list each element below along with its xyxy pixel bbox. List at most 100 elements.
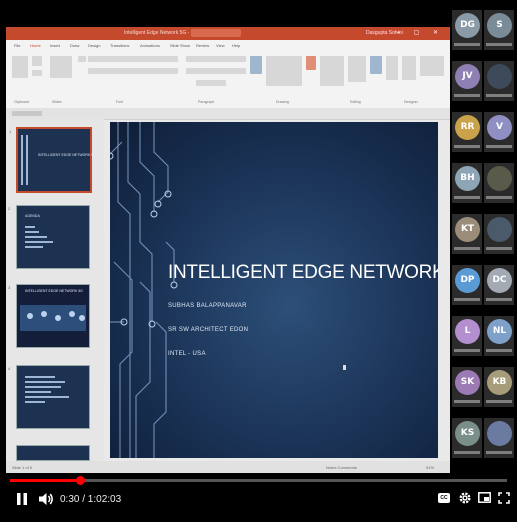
participant-grid: DG S JV RR V BH KT DP DC L NL SK KB KS <box>452 10 515 472</box>
ppt-tab: Insert <box>50 43 61 48</box>
participant-tile: DC <box>484 265 514 305</box>
shared-screen-powerpoint: Intelligent Edge Network 5G - PowerPoint… <box>6 27 450 473</box>
ppt-status-bar: Slide 1 of 5 Notes Comments 91% <box>6 461 450 473</box>
person-photo-icon <box>487 166 512 191</box>
participant-name <box>454 145 480 148</box>
participant-tile: V <box>484 112 514 152</box>
participant-avatar: DC <box>487 268 512 293</box>
participant-name <box>454 400 480 403</box>
participant-avatar: NL <box>487 319 512 344</box>
ppt-status-notes: Notes Comments <box>326 465 357 470</box>
ppt-status-zoom: 91% <box>426 465 435 470</box>
participant-tile: KB <box>484 367 514 407</box>
ppt-status-slide-count: Slide 1 of 5 <box>12 465 33 470</box>
participant-tile: KS <box>452 418 482 458</box>
participant-tile: SK <box>452 367 482 407</box>
participant-avatar: S <box>487 13 512 38</box>
participant-tile <box>484 163 514 203</box>
ppt-ribbon-tabs: File Home Insert Draw Design Transitions… <box>6 40 450 50</box>
pause-icon[interactable] <box>16 492 28 506</box>
participant-name <box>486 145 512 148</box>
participant-avatar: V <box>487 115 512 140</box>
captions-button[interactable]: CC <box>438 493 450 503</box>
slide-thumbnail-4: 4 <box>8 365 90 429</box>
thumbnail-title: INTELLIGENT EDGE NETWORK 5G <box>25 289 83 293</box>
miniplayer-icon[interactable] <box>478 492 491 503</box>
participant-name <box>454 94 480 97</box>
participant-avatar: JV <box>455 64 480 89</box>
person-icon <box>487 421 512 446</box>
participant-name <box>486 43 512 46</box>
participant-name <box>486 94 512 97</box>
participant-tile <box>484 61 514 101</box>
participant-avatar: KB <box>487 370 512 395</box>
participant-name <box>454 451 480 454</box>
participant-avatar: RR <box>455 115 480 140</box>
progress-bar[interactable] <box>10 476 507 485</box>
participant-avatar: KS <box>455 421 480 446</box>
ppt-title-bar: Intelligent Edge Network 5G - PowerPoint… <box>6 27 450 40</box>
participant-tile: L <box>452 316 482 356</box>
participant-tile: BH <box>452 163 482 203</box>
person-photo-icon <box>487 217 512 242</box>
ppt-tab: Review <box>196 43 210 48</box>
video-player[interactable]: Intelligent Edge Network 5G - PowerPoint… <box>0 0 517 522</box>
participant-name <box>486 247 512 250</box>
participant-avatar: SK <box>455 370 480 395</box>
circuit-decoration <box>110 122 178 458</box>
slide-thumbnail-5 <box>16 445 90 461</box>
slide-thumbnail-3: 3 INTELLIGENT EDGE NETWORK 5G <box>8 284 90 348</box>
ppt-tab: Transitions <box>110 43 130 48</box>
participant-name <box>486 451 512 454</box>
participant-name <box>454 247 480 250</box>
participant-name <box>454 196 480 199</box>
slide-line-role: SR SW ARCHITECT EDON <box>168 327 249 333</box>
participant-tile: JV <box>452 61 482 101</box>
ppt-tab: File <box>14 43 21 48</box>
ppt-tab: Animations <box>140 43 160 48</box>
mouse-cursor-icon <box>343 365 346 370</box>
ppt-tab: View <box>216 43 225 48</box>
slide-thumbnail-1: 1 INTELLIGENT EDGE NETWORK 5G <box>9 127 96 193</box>
participant-name <box>486 298 512 301</box>
slide-line-presenter: SUBHAS BALAPPANAVAR <box>168 303 247 309</box>
participant-avatar: L <box>455 319 480 344</box>
participant-name <box>486 196 512 199</box>
current-slide: INTELLIGENT EDGE NETWORK 5G SUBHAS BALAP… <box>110 122 438 458</box>
thumbnail-title: AGENDA <box>25 214 40 218</box>
participant-name <box>454 43 480 46</box>
player-controls: 0:30 / 1:02:03 CC <box>0 486 517 514</box>
slide-thumbnail-2: 2 AGENDA <box>8 205 90 269</box>
volume-icon[interactable] <box>38 491 54 507</box>
participant-avatar: BH <box>455 166 480 191</box>
ppt-tab: Help <box>232 43 241 48</box>
participant-tile <box>484 418 514 458</box>
participant-name <box>454 298 480 301</box>
ppt-search-box <box>191 29 241 37</box>
participant-tile: S <box>484 10 514 50</box>
participant-tile: KT <box>452 214 482 254</box>
ppt-tab: Draw <box>70 43 80 48</box>
participant-tile: NL <box>484 316 514 356</box>
gear-icon[interactable] <box>458 491 472 505</box>
ppt-ribbon: Clipboard Slides Font Paragraph Drawing … <box>6 50 450 109</box>
participant-name <box>486 349 512 352</box>
slide-title: INTELLIGENT EDGE NETWORK 5G <box>168 262 438 283</box>
ppt-tab: Design <box>88 43 101 48</box>
playback-time: 0:30 / 1:02:03 <box>60 494 122 505</box>
participant-name <box>454 349 480 352</box>
participant-avatar: DG <box>455 13 480 38</box>
participant-name <box>486 400 512 403</box>
participant-tile <box>484 214 514 254</box>
person-photo-icon <box>487 64 512 89</box>
progress-scrubber[interactable] <box>75 476 85 485</box>
thumbnail-title: INTELLIGENT EDGE NETWORK 5G <box>38 153 96 157</box>
participant-tile: RR <box>452 112 482 152</box>
ppt-tab: Slide Show <box>170 43 191 48</box>
participant-avatar: DP <box>455 268 480 293</box>
fullscreen-icon[interactable] <box>498 492 510 504</box>
slide-line-company: INTEL - USA <box>168 351 206 357</box>
participant-tile: DG <box>452 10 482 50</box>
participant-tile: DP <box>452 265 482 305</box>
slide-thumbnail-pane: 1 INTELLIGENT EDGE NETWORK 5G 2 AGENDA 3… <box>6 119 104 461</box>
